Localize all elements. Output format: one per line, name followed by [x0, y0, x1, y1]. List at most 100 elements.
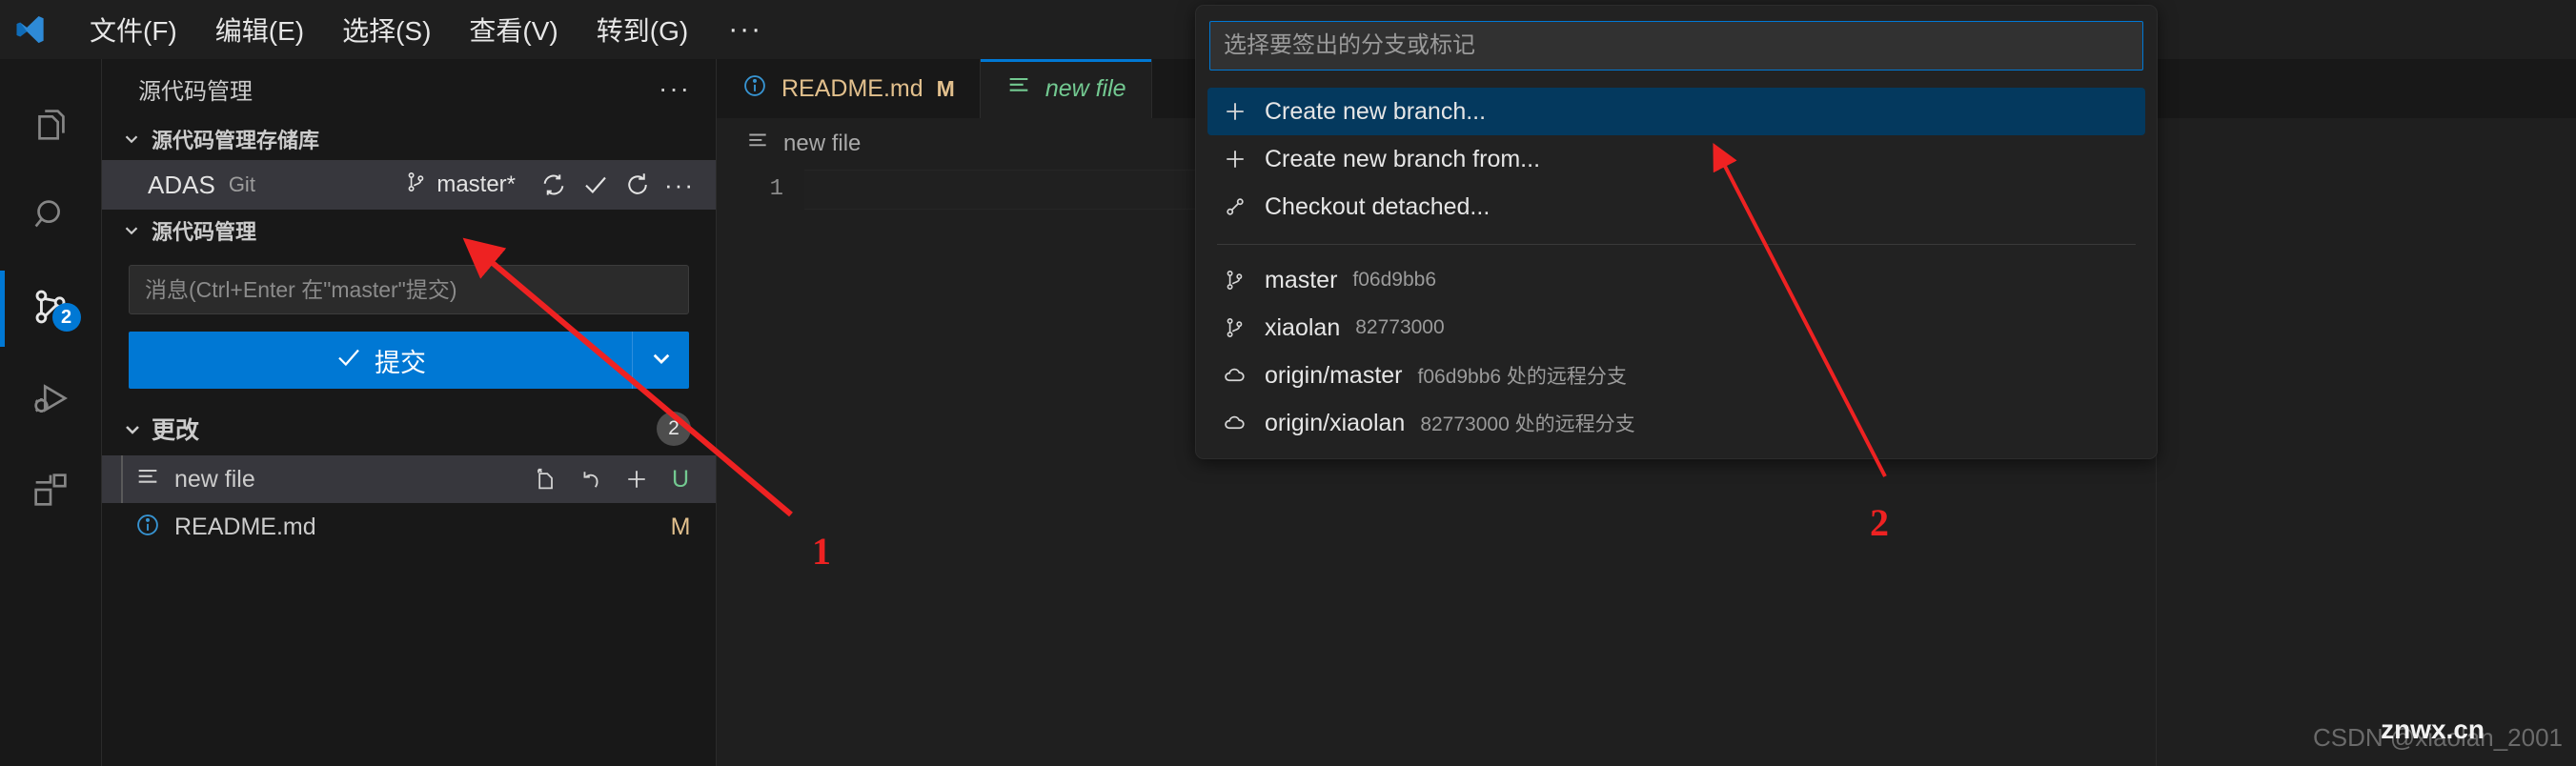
tab-new-file[interactable]: new file [980, 59, 1152, 118]
discard-icon[interactable] [575, 463, 607, 495]
chevron-down-icon [649, 346, 674, 375]
annotation-label-2: 2 [1870, 501, 1889, 544]
activity-item-source-control[interactable]: 2 [0, 263, 102, 354]
commit-button-label: 提交 [375, 348, 426, 377]
quick-pick-label: Create new branch from... [1265, 145, 1541, 172]
tab-readme[interactable]: README.md M [717, 59, 981, 118]
quick-pick-item-master[interactable]: master f06d9bb6 [1207, 256, 2145, 304]
extensions-icon [29, 468, 72, 516]
files-icon [29, 102, 72, 151]
repository-kind: Git [228, 172, 255, 196]
quick-pick-item-xiaolan[interactable]: xiaolan 82773000 [1207, 304, 2145, 352]
quick-pick-label: Create new branch... [1265, 97, 1487, 125]
quick-pick-item-create-new-branch-from[interactable]: Create new branch from... [1207, 135, 2145, 183]
file-name: new file [174, 465, 255, 493]
repository-name: ADAS [148, 170, 215, 199]
menu-selection[interactable]: 选择(S) [325, 7, 448, 52]
annotation-label-1: 1 [812, 530, 831, 573]
quick-pick-label: origin/master [1265, 361, 1403, 389]
detached-icon [1221, 193, 1249, 220]
quick-pick-item-checkout-detached[interactable]: Checkout detached... [1207, 183, 2145, 231]
quick-pick-item-origin-master[interactable]: origin/master f06d9bb6 处的远程分支 [1207, 352, 2145, 399]
quick-pick-item-create-new-branch[interactable]: Create new branch... [1207, 88, 2145, 135]
menu-file[interactable]: 文件(F) [72, 7, 194, 52]
activity-item-search[interactable] [0, 171, 102, 263]
section-repositories-label: 源代码管理存储库 [152, 129, 320, 152]
chevron-down-icon [121, 220, 142, 241]
repository-more-icon[interactable]: ··· [659, 171, 700, 200]
quick-pick-label: origin/xiaolan [1265, 409, 1406, 436]
section-scm[interactable]: 源代码管理 [102, 210, 716, 252]
sidebar-source-control: 源代码管理 ··· 源代码管理存储库 ADAS Git master* ··· … [102, 59, 717, 766]
vscode-window: 文件(F) 编辑(E) 选择(S) 查看(V) 转到(G) ··· 2 源代码管… [0, 0, 2576, 766]
repository-branch[interactable]: master* [404, 170, 516, 201]
commit-message-input[interactable]: 消息(Ctrl+Enter 在"master"提交) [129, 265, 689, 314]
sync-icon[interactable] [533, 164, 575, 206]
quick-pick-item-origin-xiaolan[interactable]: origin/xiaolan 82773000 处的远程分支 [1207, 399, 2145, 447]
chevron-down-icon [121, 418, 142, 439]
quick-pick-description: f06d9bb6 处的远程分支 [1417, 366, 1627, 388]
line-number: 1 [769, 176, 783, 202]
commit-dropdown-button[interactable] [632, 332, 689, 389]
check-icon[interactable] [575, 164, 617, 206]
changes-count-badge: 2 [657, 412, 691, 446]
menu-more-icon[interactable]: ··· [709, 13, 781, 46]
git-branch-icon [1221, 315, 1249, 340]
changes-file-row-readme[interactable]: README.md M [102, 503, 716, 551]
plus-icon[interactable] [620, 463, 653, 495]
menu-bar: 文件(F) 编辑(E) 选择(S) 查看(V) 转到(G) ··· [72, 7, 781, 52]
cloud-icon [1221, 362, 1249, 389]
watermark-site: znwx.cn [2381, 715, 2485, 744]
activity-item-run-debug[interactable] [0, 354, 102, 446]
commit-button[interactable]: 提交 [129, 332, 632, 389]
menu-view[interactable]: 查看(V) [452, 7, 575, 52]
quick-pick-label: Checkout detached... [1265, 192, 1491, 220]
activity-item-explorer[interactable] [0, 80, 102, 171]
quick-pick-description: 82773000 [1355, 316, 1445, 338]
menu-go[interactable]: 转到(G) [579, 7, 705, 52]
plus-icon [1221, 98, 1249, 125]
lines-icon [745, 129, 770, 160]
changes-file-row-new-file[interactable]: new file U [102, 455, 716, 503]
vscode-logo-icon [0, 0, 59, 59]
file-inline-actions [529, 463, 653, 495]
refresh-icon[interactable] [617, 164, 659, 206]
quick-pick-label: xiaolan [1265, 313, 1341, 341]
quick-pick-separator [1217, 244, 2136, 245]
lines-icon [1005, 72, 1032, 106]
sidebar-header: 源代码管理 ··· [102, 59, 716, 118]
activity-bar: 2 [0, 59, 102, 766]
git-branch-icon [404, 170, 429, 201]
repository-row-adas[interactable]: ADAS Git master* ··· [102, 160, 716, 210]
info-icon [741, 72, 768, 106]
sidebar-title: 源代码管理 [138, 78, 253, 105]
file-status-badge: U [671, 465, 690, 493]
info-icon [134, 512, 161, 543]
tab-label: README.md [781, 74, 923, 102]
quick-pick-description: f06d9bb6 [1352, 269, 1436, 291]
file-status-badge: M [670, 513, 691, 540]
source-control-badge: 2 [51, 303, 81, 332]
commit-button-group: 提交 [129, 332, 689, 389]
chevron-down-icon [121, 129, 142, 150]
check-icon [335, 343, 363, 378]
activity-item-extensions[interactable] [0, 446, 102, 537]
breadcrumb-label: new file [783, 131, 862, 156]
section-scm-label: 源代码管理 [152, 220, 257, 244]
sidebar-more-icon[interactable]: ··· [659, 73, 691, 104]
cloud-icon [1221, 410, 1249, 436]
section-repositories[interactable]: 源代码管理存储库 [102, 118, 716, 160]
tab-dirty-badge: M [936, 75, 955, 101]
lines-icon [134, 464, 161, 495]
git-branch-icon [1221, 268, 1249, 292]
menu-edit[interactable]: 编辑(E) [198, 7, 321, 52]
section-changes[interactable]: 更改 2 [102, 402, 716, 455]
open-file-icon[interactable] [529, 463, 561, 495]
quick-pick-input[interactable]: 选择要签出的分支或标记 [1209, 21, 2143, 71]
quick-pick-label: master [1265, 266, 1338, 293]
search-icon [29, 193, 72, 242]
quick-pick-description: 82773000 处的远程分支 [1420, 413, 1635, 435]
repository-branch-label: master* [436, 171, 517, 197]
file-name: README.md [174, 513, 316, 540]
debug-icon [29, 376, 72, 425]
